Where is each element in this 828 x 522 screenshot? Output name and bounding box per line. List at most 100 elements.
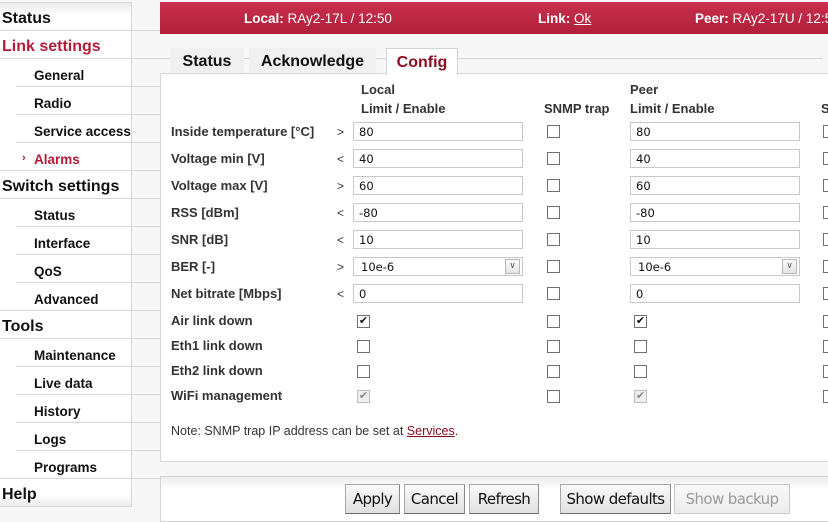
- field-value: 10: [636, 233, 651, 247]
- note-text: Note: SNMP trap IP address can be set at: [171, 424, 407, 438]
- field-value: -80: [636, 206, 655, 220]
- sidebar-item-logs[interactable]: Logs: [34, 432, 66, 447]
- peer-snmp-trap-checkbox[interactable]: [823, 365, 828, 378]
- refresh-button[interactable]: Refresh: [469, 484, 539, 514]
- apply-button[interactable]: Apply: [345, 484, 400, 514]
- peer-snmp-trap-checkbox[interactable]: [823, 287, 828, 300]
- peer-net-bitrate-mbps-input[interactable]: 0: [630, 284, 800, 303]
- snmp-trap-checkbox[interactable]: [547, 315, 560, 328]
- peer-snmp-trap-checkbox[interactable]: [823, 340, 828, 353]
- peer-snmp-trap-checkbox[interactable]: [823, 206, 828, 219]
- local-voltage-max-v-input[interactable]: 60: [353, 176, 523, 195]
- local-net-bitrate-mbps-input[interactable]: 0: [353, 284, 523, 303]
- local-rss-dbm-input[interactable]: -80: [353, 203, 523, 222]
- comparison-operator: <: [337, 287, 345, 301]
- sidebar-item-programs[interactable]: Programs: [34, 460, 97, 475]
- chevron-down-icon[interactable]: ∨: [505, 259, 520, 274]
- sidebar-item-general[interactable]: General: [34, 68, 84, 83]
- row-label-voltage-min-v: Voltage min [V]: [171, 151, 265, 166]
- peer-ber-select[interactable]: 10e-6 ∨: [630, 257, 800, 276]
- sidebar-item-tools[interactable]: Tools: [2, 318, 43, 336]
- field-value: 60: [359, 179, 374, 193]
- sidebar-item-status[interactable]: Status: [34, 208, 75, 223]
- local-voltage-min-v-input[interactable]: 40: [353, 149, 523, 168]
- peer-eth1-link-down-checkbox[interactable]: [634, 340, 647, 353]
- peer-snr-db-input[interactable]: 10: [630, 230, 800, 249]
- peer-eth2-link-down-checkbox[interactable]: [634, 365, 647, 378]
- local-eth2-link-down-checkbox[interactable]: [357, 365, 370, 378]
- peer-inside-temperature-c-input[interactable]: 80: [630, 122, 800, 141]
- sidebar-item-help[interactable]: Help: [2, 486, 37, 504]
- sidebar-item-live-data[interactable]: Live data: [34, 376, 93, 391]
- show-defaults-button[interactable]: Show defaults: [560, 484, 671, 514]
- peer-snmp-trap-checkbox[interactable]: [823, 260, 828, 273]
- sidebar-item-status[interactable]: Status: [2, 10, 51, 28]
- peer-voltage-min-v-input[interactable]: 40: [630, 149, 800, 168]
- peer-snmp-trap-checkbox[interactable]: [823, 315, 828, 328]
- local-snr-db-input[interactable]: 10: [353, 230, 523, 249]
- field-value: 10e-6: [361, 260, 395, 274]
- services-link[interactable]: Services: [407, 424, 455, 438]
- peer-snmp-trap-checkbox[interactable]: [823, 179, 828, 192]
- comparison-operator: <: [337, 206, 345, 220]
- field-value: 80: [359, 125, 374, 139]
- sidebar-item-link-settings[interactable]: Link settings: [2, 38, 101, 56]
- cancel-button[interactable]: Cancel: [404, 484, 465, 514]
- row-label-air-link-down: Air link down: [171, 313, 253, 328]
- field-value: 0: [636, 287, 644, 301]
- local-air-link-down-checkbox[interactable]: ✔: [357, 315, 370, 328]
- row-label-rss-dbm: RSS [dBm]: [171, 205, 239, 220]
- snmp-trap-checkbox[interactable]: [547, 287, 560, 300]
- sidebar-item-alarms[interactable]: Alarms: [34, 152, 80, 167]
- snmp-trap-checkbox[interactable]: [547, 206, 560, 219]
- local-ber-select[interactable]: 10e-6 ∨: [353, 257, 523, 276]
- link-status-link[interactable]: Ok: [574, 11, 591, 26]
- tab-status[interactable]: Status: [170, 48, 244, 74]
- peer-wifi-management-checkbox: ✔: [634, 390, 647, 403]
- peer-voltage-max-v-input[interactable]: 60: [630, 176, 800, 195]
- sidebar-item-interface[interactable]: Interface: [34, 236, 90, 251]
- snmp-trap-checkbox[interactable]: [547, 152, 560, 165]
- local-eth1-link-down-checkbox[interactable]: [357, 340, 370, 353]
- snmp-trap-checkbox[interactable]: [547, 179, 560, 192]
- comparison-operator: <: [337, 152, 345, 166]
- row-label-net-bitrate-mbps: Net bitrate [Mbps]: [171, 286, 282, 301]
- snmp-trap-checkbox[interactable]: [547, 260, 560, 273]
- peer-rss-dbm-input[interactable]: -80: [630, 203, 800, 222]
- note-suffix: .: [454, 424, 459, 438]
- sidebar-item-history[interactable]: History: [34, 404, 81, 419]
- local-inside-temperature-c-input[interactable]: 80: [353, 122, 523, 141]
- tab-acknowledge[interactable]: Acknowledge: [249, 48, 376, 74]
- snmp-trap-checkbox[interactable]: [547, 365, 560, 378]
- peer-snmp-trap-checkbox[interactable]: [823, 125, 828, 138]
- status-header-bar: Local: RAy2-17L / 12:50 Link: Ok Peer: R…: [160, 2, 828, 34]
- snmp-note: Note: SNMP trap IP address can be set at…: [171, 424, 458, 438]
- sidebar-item-advanced[interactable]: Advanced: [34, 292, 99, 307]
- snmp-trap-checkbox[interactable]: [547, 125, 560, 138]
- sidebar-item-qos[interactable]: QoS: [34, 264, 62, 279]
- row-label-eth1-link-down: Eth1 link down: [171, 338, 263, 353]
- chevron-down-icon[interactable]: ∨: [782, 259, 797, 274]
- peer-snmp-trap-checkbox[interactable]: [823, 233, 828, 246]
- snmp-trap-checkbox[interactable]: [547, 233, 560, 246]
- snmp-trap-checkbox[interactable]: [547, 340, 560, 353]
- field-value: 10e-6: [638, 260, 672, 274]
- comparison-operator: <: [337, 233, 345, 247]
- local-label: Local:: [244, 11, 284, 26]
- sidebar-item-service-access[interactable]: Service access: [34, 124, 131, 139]
- tab-config[interactable]: Config: [386, 48, 458, 75]
- field-value: 60: [636, 179, 651, 193]
- link-status: Link: Ok: [538, 11, 591, 26]
- snmp-trap-checkbox[interactable]: [547, 390, 560, 403]
- peer-air-link-down-checkbox[interactable]: ✔: [634, 315, 647, 328]
- local-limit-header: Limit / Enable: [361, 101, 446, 116]
- sidebar-item-maintenance[interactable]: Maintenance: [34, 348, 116, 363]
- sidebar-item-radio[interactable]: Radio: [34, 96, 72, 111]
- comparison-operator: >: [337, 179, 345, 193]
- comparison-operator: >: [337, 260, 345, 274]
- sidebar-item-switch-settings[interactable]: Switch settings: [2, 178, 119, 196]
- row-label-voltage-max-v: Voltage max [V]: [171, 178, 268, 193]
- peer-limit-header: Limit / Enable: [630, 101, 715, 116]
- peer-snmp-trap-checkbox[interactable]: [823, 390, 828, 403]
- peer-snmp-trap-checkbox[interactable]: [823, 152, 828, 165]
